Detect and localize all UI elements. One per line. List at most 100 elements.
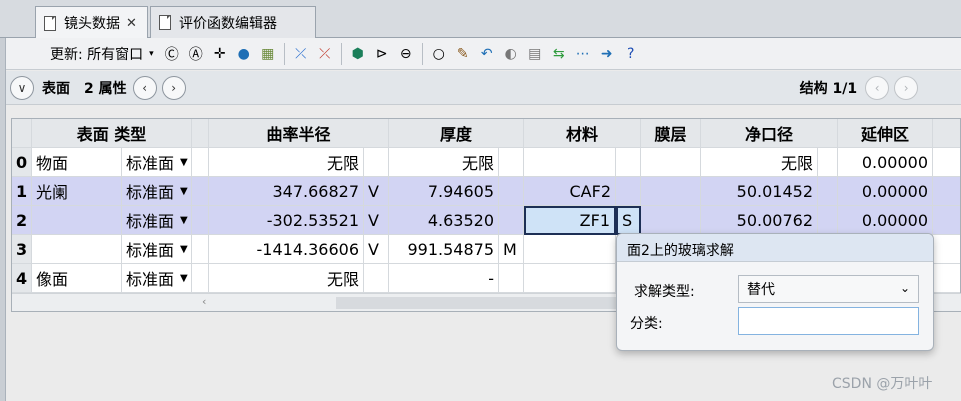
surface-type[interactable]: 标准面 ▼ — [122, 177, 192, 206]
expand-button[interactable]: ∨ — [10, 75, 34, 100]
swap-icon[interactable]: ⇆ — [549, 44, 569, 64]
scroll-left-icon[interactable]: ‹ — [202, 295, 206, 308]
material-cell-text: ZF1 — [579, 211, 610, 230]
tab-lens-data[interactable]: 镜头数据 ✕ — [35, 6, 148, 39]
radius-cell-text: -1414.36606 — [256, 239, 359, 259]
help-icon[interactable]: ? — [621, 44, 641, 64]
thickness-solve-flag[interactable] — [499, 148, 524, 177]
material-solve-flag[interactable]: S — [616, 206, 641, 235]
material-cell[interactable] — [524, 264, 616, 293]
refresh-a-icon[interactable]: Ⓐ — [186, 44, 206, 64]
material-solve-flag[interactable] — [616, 148, 641, 177]
material-cell[interactable] — [524, 148, 616, 177]
surface-comment[interactable]: 物面 — [32, 148, 122, 177]
material-cell[interactable]: CAF2 — [524, 177, 616, 206]
col-clear-semi-dia[interactable]: 净口径 — [701, 119, 838, 148]
slice-red-icon[interactable]: ⤫ — [315, 44, 335, 64]
surface-comment[interactable]: 像面 — [32, 264, 122, 293]
coating-cell[interactable] — [641, 177, 701, 206]
undo-icon[interactable]: ↶ — [477, 44, 497, 64]
tab-merit-function-editor[interactable]: 评价函数编辑器 — [150, 6, 316, 38]
col-radius[interactable]: 曲率半径 — [209, 119, 389, 148]
page-icon[interactable]: ▤ — [525, 44, 545, 64]
thickness-cell[interactable]: - — [389, 264, 499, 293]
radius-cell[interactable]: 无限 — [209, 148, 364, 177]
chip-zone-cell[interactable]: 0.00000 — [838, 148, 933, 177]
next-surface-button[interactable]: › — [161, 75, 186, 100]
radius-solve-flag-text: V — [368, 181, 379, 201]
col-coating[interactable]: 膜层 — [641, 119, 701, 148]
chevron-down-icon[interactable]: ▼ — [180, 186, 188, 197]
radius-solve-flag[interactable]: V — [364, 177, 389, 206]
coating-cell[interactable] — [641, 206, 701, 235]
slice-icon[interactable]: ⤫ — [291, 44, 311, 64]
surface-type[interactable]: 标准面 ▼ — [122, 264, 192, 293]
surface-type[interactable]: 标准面 ▼ — [122, 235, 192, 264]
dots-icon[interactable]: ⋯ — [573, 44, 593, 64]
surface-type[interactable]: 标准面 ▼ — [122, 148, 192, 177]
col-surface-type[interactable]: 表面 类型 — [32, 119, 192, 148]
next-config-button[interactable]: › — [894, 75, 919, 100]
radius-cell[interactable]: 347.66827 — [209, 177, 364, 206]
clear-semi-dia-cell[interactable]: 50.01452 — [701, 177, 818, 206]
crosshair-icon[interactable]: ✛ — [210, 44, 230, 64]
radius-cell[interactable]: 无限 — [209, 264, 364, 293]
surface-comment[interactable] — [32, 206, 122, 235]
chevron-down-icon[interactable]: ▾ — [149, 49, 154, 59]
refresh-c-icon[interactable]: Ⓒ — [162, 44, 182, 64]
thickness-solve-flag[interactable] — [499, 177, 524, 206]
radius-cell-text: 无限 — [326, 154, 359, 173]
table-row[interactable]: 1 光阑 标准面 ▼ 347.66827 V 7.94605 CAF2 50.01452 0.00… — [12, 177, 960, 206]
clear-semi-dia-cell[interactable]: 50.00762 — [701, 206, 818, 235]
chevron-down-icon[interactable]: ▼ — [180, 215, 188, 226]
table-row[interactable]: 2 标准面 ▼ -302.53521 V 4.63520 ZF1 S 50.00762 0.000… — [12, 206, 960, 235]
material-cell[interactable] — [524, 235, 616, 264]
thickness-cell[interactable]: 4.63520 — [389, 206, 499, 235]
thickness-solve-flag[interactable] — [499, 206, 524, 235]
aperture-icon[interactable]: ⊖ — [396, 44, 416, 64]
table-row[interactable]: 0 物面 标准面 ▼ 无限 无限 无限 0.00000 — [12, 148, 960, 177]
surface-comment[interactable]: 光阑 — [32, 177, 122, 206]
thickness-solve-flag[interactable]: M — [499, 235, 524, 264]
col-material[interactable]: 材料 — [524, 119, 641, 148]
col-chip-zone[interactable]: 延伸区 — [838, 119, 933, 148]
toggle-icon[interactable]: ◐ — [501, 44, 521, 64]
arrow-right-icon[interactable]: ➜ — [597, 44, 617, 64]
surface-comment[interactable] — [32, 235, 122, 264]
thickness-cell[interactable]: 无限 — [389, 148, 499, 177]
chevron-down-icon[interactable]: ▼ — [180, 273, 188, 284]
radius-cell[interactable]: -302.53521 — [209, 206, 364, 235]
prev-config-button[interactable]: ‹ — [865, 75, 890, 100]
thickness-cell[interactable]: 991.54875 — [389, 235, 499, 264]
chevron-down-icon[interactable]: ▼ — [180, 157, 188, 168]
image-icon[interactable]: ▦ — [258, 44, 278, 64]
col-thickness[interactable]: 厚度 — [389, 119, 524, 148]
chevron-down-icon[interactable]: ▼ — [180, 244, 188, 255]
radius-solve-flag[interactable]: V — [364, 235, 389, 264]
clear-semi-dia-cell[interactable]: 无限 — [701, 148, 818, 177]
radius-cell[interactable]: -1414.36606 — [209, 235, 364, 264]
update-dropdown[interactable]: 更新: 所有窗口 — [50, 44, 143, 64]
thickness-solve-flag[interactable] — [499, 264, 524, 293]
radius-solve-flag[interactable]: V — [364, 206, 389, 235]
close-icon[interactable]: ✕ — [126, 16, 137, 31]
cell-spacer — [192, 177, 209, 206]
category-input[interactable] — [738, 307, 919, 335]
grid-header: 表面 类型 曲率半径 厚度 材料 膜层 净口径 延伸区 — [12, 119, 960, 148]
material-solve-flag[interactable] — [616, 177, 641, 206]
solve-type-select[interactable]: 替代 ⌄ — [738, 275, 919, 303]
globe-icon[interactable]: ● — [234, 44, 254, 64]
lens-icon[interactable]: ⬢ — [348, 44, 368, 64]
radius-solve-flag[interactable] — [364, 148, 389, 177]
mirror-icon[interactable]: ⊳ — [372, 44, 392, 64]
material-cell[interactable]: ZF1 — [524, 206, 616, 235]
circle-dropdown-icon[interactable]: ○ — [429, 44, 449, 64]
chip-zone-cell[interactable]: 0.00000 — [838, 206, 933, 235]
coating-cell[interactable] — [641, 148, 701, 177]
surface-type[interactable]: 标准面 ▼ — [122, 206, 192, 235]
brush-icon[interactable]: ✎ — [453, 44, 473, 64]
thickness-cell[interactable]: 7.94605 — [389, 177, 499, 206]
chip-zone-cell[interactable]: 0.00000 — [838, 177, 933, 206]
radius-solve-flag[interactable] — [364, 264, 389, 293]
prev-surface-button[interactable]: ‹ — [132, 75, 157, 100]
